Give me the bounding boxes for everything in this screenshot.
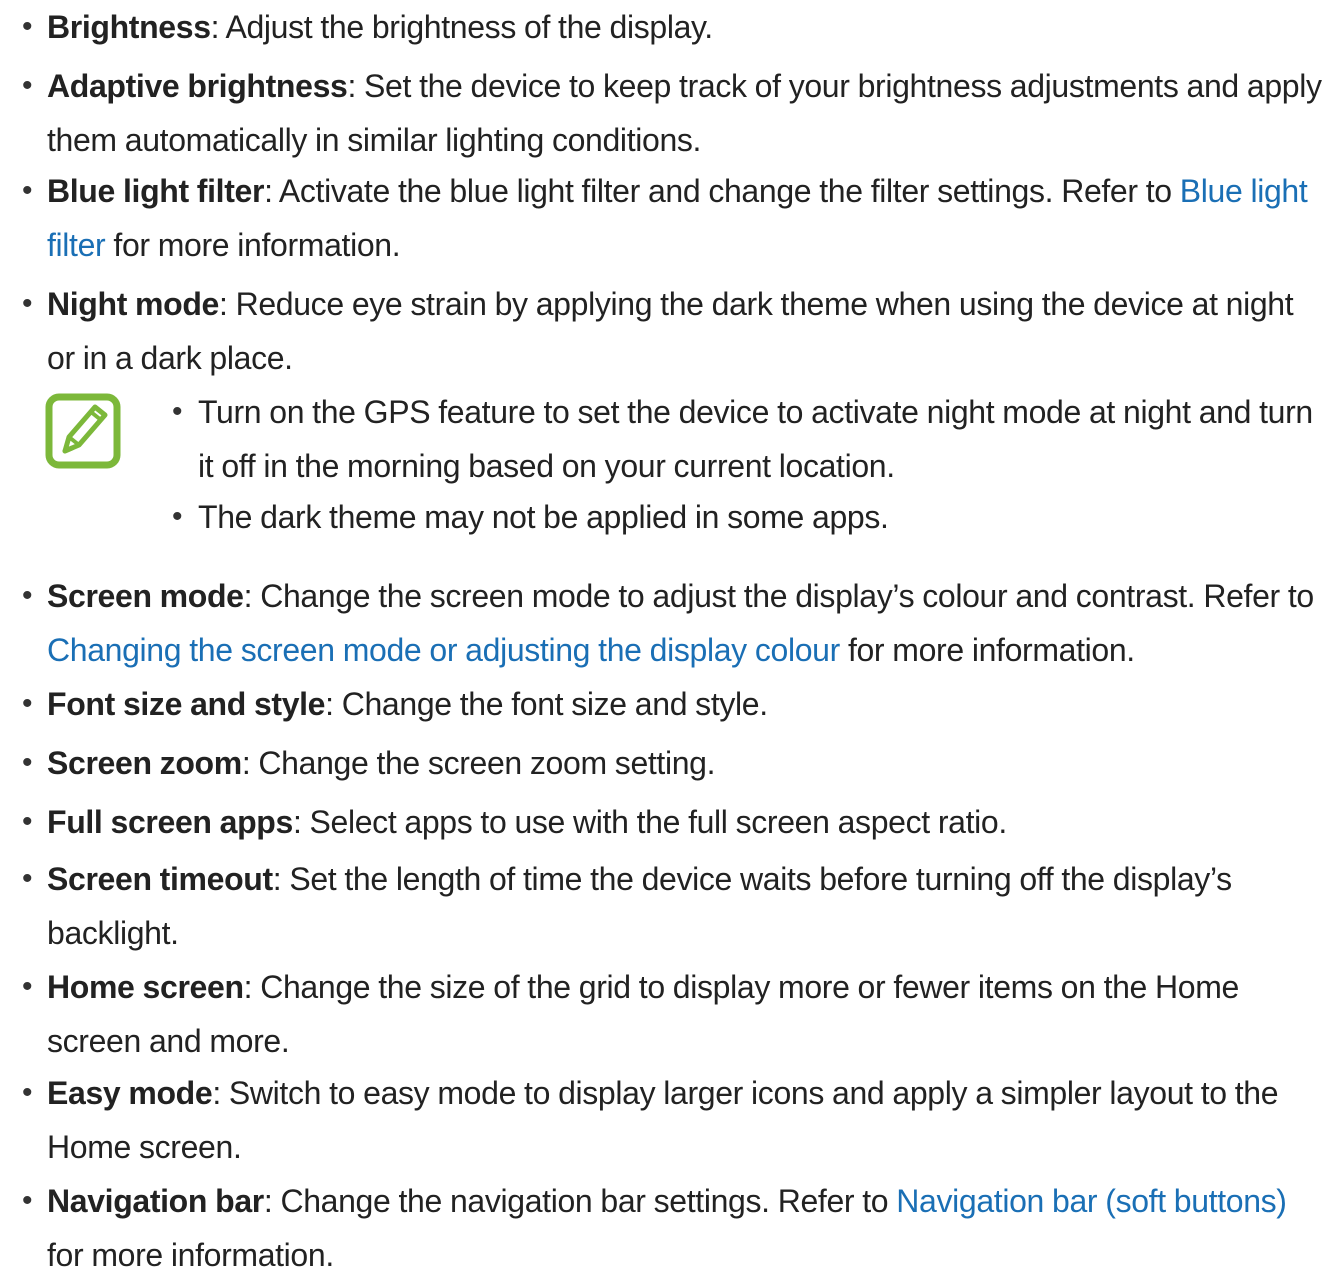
bullet: • (22, 862, 33, 895)
item-text: Full screen apps: Select apps to use wit… (47, 795, 1329, 849)
bullet: • (22, 1184, 33, 1217)
item-text: Screen mode: Change the screen mode to a… (47, 569, 1329, 677)
item-desc-after: for more information. (839, 632, 1135, 668)
bullet: • (22, 10, 33, 43)
item-label: Home screen (47, 969, 244, 1005)
item-desc: : Change the navigation bar settings. Re… (263, 1183, 897, 1219)
bullet: • (22, 746, 33, 779)
item-desc: : Activate the blue light filter and cha… (264, 173, 1180, 209)
item-text: Font size and style: Change the font siz… (47, 677, 1329, 731)
bullet: • (22, 687, 33, 720)
item-label: Screen zoom (47, 745, 242, 781)
item-desc-after: for more information. (105, 227, 401, 263)
item-text: Adaptive brightness: Set the device to k… (47, 59, 1329, 167)
link-screen-mode[interactable]: Changing the screen mode or adjusting th… (47, 632, 840, 668)
bullet: • (22, 287, 33, 320)
item-label: Brightness (47, 9, 211, 45)
item-label: Screen mode (47, 578, 244, 614)
note-item-text: Turn on the GPS feature to set the devic… (198, 394, 1313, 484)
bullet: • (22, 1076, 33, 1109)
bullet: • (22, 174, 33, 207)
item-desc: : Select apps to use with the full scree… (292, 804, 1007, 840)
item-text: Brightness: Adjust the brightness of the… (47, 0, 1329, 54)
item-text: Home screen: Change the size of the grid… (47, 960, 1329, 1068)
bullet: • (172, 395, 183, 428)
bullet: • (22, 805, 33, 838)
item-text: Blue light filter: Activate the blue lig… (47, 164, 1329, 272)
item-desc: : Change the screen zoom setting. (241, 745, 716, 781)
item-text: Screen zoom: Change the screen zoom sett… (47, 736, 1329, 790)
item-text: Easy mode: Switch to easy mode to displa… (47, 1066, 1329, 1174)
item-label: Easy mode (47, 1075, 213, 1111)
item-desc: : Change the screen mode to adjust the d… (243, 578, 1315, 614)
item-label: Blue light filter (47, 173, 265, 209)
item-label: Screen timeout (47, 861, 273, 897)
item-label: Adaptive brightness (47, 68, 348, 104)
item-desc: : Reduce eye strain by applying the dark… (47, 286, 1294, 376)
note-item-text: The dark theme may not be applied in som… (198, 499, 889, 535)
item-text: Night mode: Reduce eye strain by applyin… (47, 277, 1329, 385)
bullet: • (22, 970, 33, 1003)
item-label: Night mode (47, 286, 219, 322)
item-desc: : Change the font size and style. (325, 686, 768, 722)
bullet: • (172, 500, 183, 533)
bullet: • (22, 69, 33, 102)
item-label: Navigation bar (47, 1183, 264, 1219)
link-navigation-bar[interactable]: Navigation bar (soft buttons) (896, 1183, 1287, 1219)
item-text: Screen timeout: Set the length of time t… (47, 852, 1329, 960)
item-desc-after: for more information. (47, 1237, 334, 1273)
item-desc: : Adjust the brightness of the display. (210, 9, 714, 45)
bullet: • (22, 579, 33, 612)
manual-page: • Brightness: Adjust the brightness of t… (0, 0, 1339, 1273)
item-label: Full screen apps (47, 804, 293, 840)
note-pencil-icon (45, 393, 121, 469)
item-desc: : Switch to easy mode to display larger … (47, 1075, 1279, 1165)
item-label: Font size and style (47, 686, 326, 722)
